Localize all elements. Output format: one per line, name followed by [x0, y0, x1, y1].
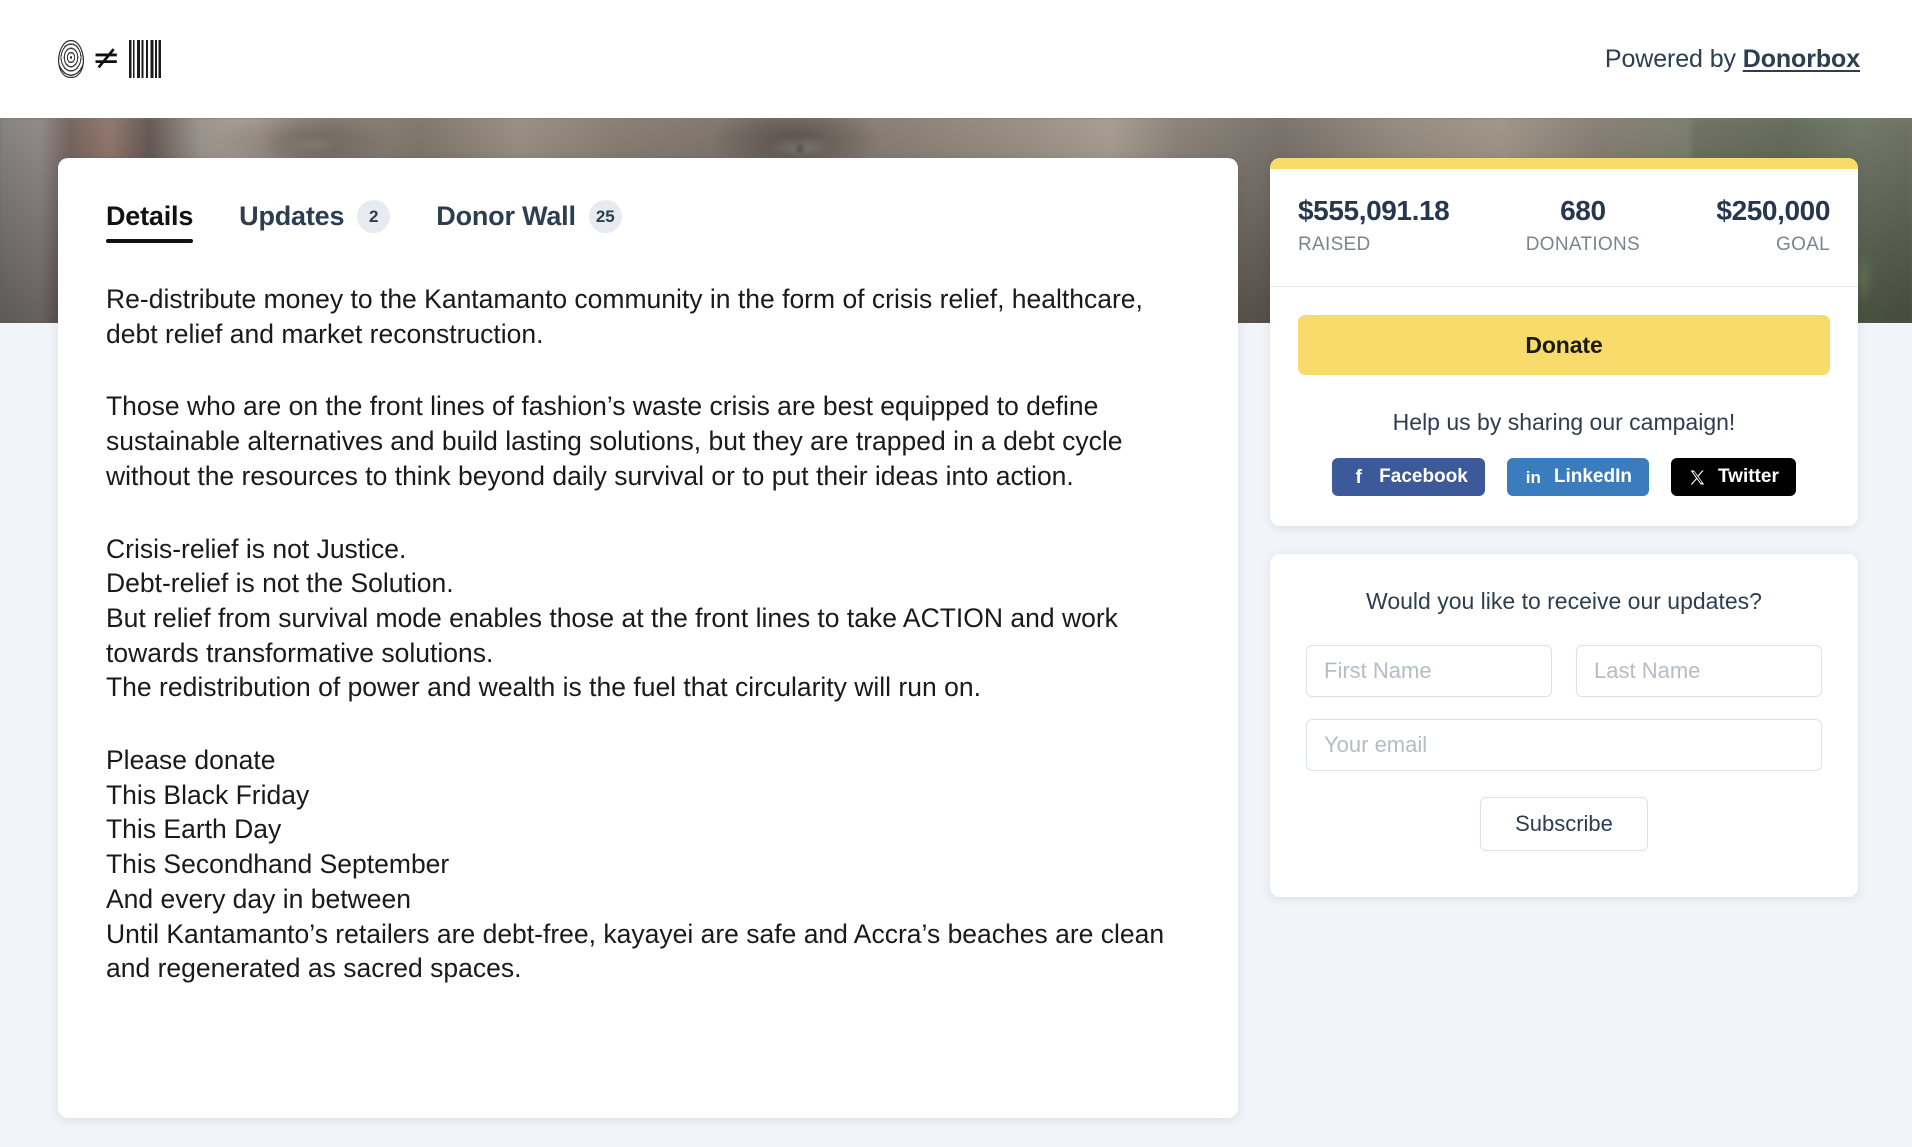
tab-donor-wall[interactable]: Donor Wall 25: [436, 200, 622, 244]
not-equal-icon: ≠: [92, 38, 121, 78]
first-name-input[interactable]: [1306, 645, 1552, 697]
stat-donations-label: DONATIONS: [1525, 234, 1640, 255]
stat-donations-value: 680: [1560, 195, 1606, 226]
donate-button[interactable]: Donate: [1298, 315, 1830, 375]
content-row: Details Updates 2 Donor Wall 25 Re-distr…: [58, 158, 1858, 1118]
twitter-x-icon: [1688, 468, 1707, 487]
paragraph-line: This Earth Day: [106, 814, 282, 845]
paragraph-line: And every day in between: [106, 883, 411, 914]
brand-logo[interactable]: ≠: [58, 36, 161, 82]
share-prompt: Help us by sharing our campaign!: [1392, 409, 1736, 435]
campaign-paragraph: Please donate This Black Friday This Ear…: [106, 743, 1190, 986]
paragraph-line: Please donate: [106, 745, 276, 776]
fingerprint-icon: [58, 40, 84, 78]
tab-details[interactable]: Details: [106, 201, 193, 243]
share-linkedin-label: LinkedIn: [1553, 466, 1632, 487]
paragraph-line: Until Kantamanto’s retailers are debt-fr…: [106, 918, 1165, 984]
stat-goal-label: GOAL: [1776, 234, 1830, 255]
email-input[interactable]: [1306, 719, 1822, 771]
paragraph-line: Those who are on the front lines of fash…: [106, 391, 1123, 491]
share-twitter-label: Twitter: [1717, 466, 1779, 487]
stat-raised-label: RAISED: [1298, 234, 1371, 255]
paragraph-line: Re-distribute money to the Kantamanto co…: [106, 284, 1143, 349]
subscribe-button[interactable]: Subscribe: [1480, 797, 1648, 851]
paragraph-line: This Black Friday: [106, 779, 310, 810]
powered-by-label: Powered by Donorbox: [1605, 45, 1860, 74]
campaign-paragraph: Those who are on the front lines of fash…: [106, 389, 1190, 493]
paragraph-line: Crisis-relief is not Justice.: [106, 533, 407, 564]
campaign-description: Re-distribute money to the Kantamanto co…: [106, 274, 1190, 986]
share-linkedin-button[interactable]: in LinkedIn: [1506, 458, 1649, 496]
tab-donor-wall-label: Donor Wall: [436, 201, 576, 231]
linkedin-icon: in: [1525, 467, 1541, 487]
paragraph-line: This Secondhand September: [106, 849, 450, 880]
paragraph-line: But relief from survival mode enables th…: [106, 602, 1118, 668]
donorbox-link[interactable]: Donorbox: [1743, 45, 1860, 73]
stat-goal-value: $250,000: [1716, 195, 1830, 226]
tab-bar: Details Updates 2 Donor Wall 25: [106, 200, 1190, 244]
tab-updates[interactable]: Updates 2: [239, 200, 391, 244]
campaign-paragraph: Crisis-relief is not Justice. Debt-relie…: [106, 532, 1190, 706]
share-twitter-button[interactable]: Twitter: [1670, 458, 1796, 496]
tab-donor-wall-badge: 25: [588, 200, 622, 233]
stat-donations: 680 DONATIONS: [1526, 195, 1640, 256]
paragraph-line: Debt-relief is not the Solution.: [106, 568, 454, 599]
stat-raised: $555,091.18 RAISED: [1298, 195, 1450, 256]
campaign-details-card: Details Updates 2 Donor Wall 25 Re-distr…: [58, 158, 1238, 1118]
facebook-icon: f: [1355, 466, 1362, 488]
sidebar: $555,091.18 RAISED 680 DONATIONS $250,00…: [1270, 158, 1858, 897]
donate-area: Donate Help us by sharing our campaign! …: [1270, 287, 1858, 526]
site-header: ≠ Powered by Donorbox: [0, 0, 1912, 118]
last-name-input[interactable]: [1576, 645, 1822, 697]
paragraph-line: The redistribution of power and wealth i…: [106, 672, 981, 703]
name-row: [1306, 645, 1822, 697]
page-body: Details Updates 2 Donor Wall 25 Re-distr…: [0, 118, 1912, 1147]
donation-summary-card: $555,091.18 RAISED 680 DONATIONS $250,00…: [1270, 158, 1858, 526]
stat-goal: $250,000 GOAL: [1716, 195, 1830, 256]
share-facebook-button[interactable]: f Facebook: [1332, 458, 1485, 496]
tab-updates-label: Updates: [239, 201, 345, 231]
subscribe-title: Would you like to receive our updates?: [1366, 588, 1762, 614]
subscribe-action: Subscribe: [1306, 797, 1822, 851]
share-buttons: f Facebook in LinkedIn Twitter: [1298, 458, 1830, 496]
subscribe-card: Would you like to receive our updates? S…: [1270, 554, 1858, 897]
tab-updates-badge: 2: [357, 200, 391, 233]
stat-raised-value: $555,091.18: [1298, 195, 1450, 226]
campaign-paragraph: Re-distribute money to the Kantamanto co…: [106, 282, 1190, 351]
share-facebook-label: Facebook: [1379, 466, 1468, 487]
accent-stripe: [1270, 158, 1858, 169]
powered-by-text: Powered by: [1604, 44, 1743, 73]
barcode-icon: [128, 40, 161, 78]
stats-row: $555,091.18 RAISED 680 DONATIONS $250,00…: [1270, 169, 1858, 287]
tab-details-label: Details: [106, 201, 194, 231]
